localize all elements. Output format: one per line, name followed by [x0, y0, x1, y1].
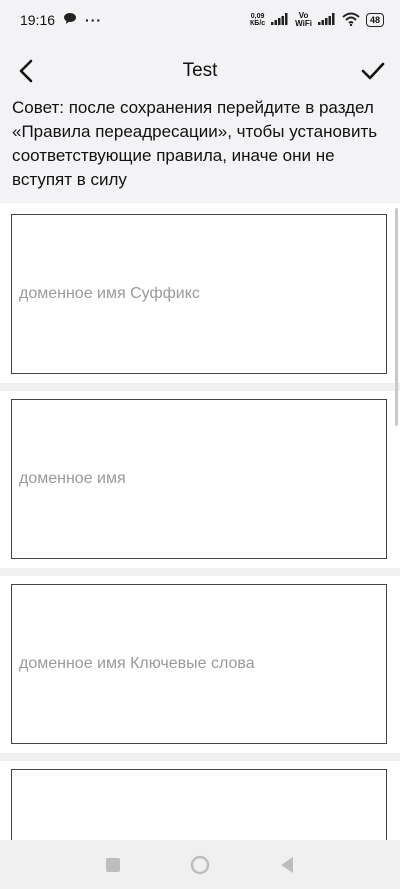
nav-back-button[interactable] [274, 852, 300, 878]
wifi-icon [342, 12, 360, 29]
signal-icon-2 [317, 12, 336, 28]
scrollbar[interactable] [395, 208, 398, 426]
recents-button[interactable] [100, 852, 126, 878]
chat-bubble-icon [63, 12, 77, 28]
domain-keyword-input[interactable] [12, 585, 386, 743]
domain-fields-list[interactable] [0, 203, 400, 840]
system-nav-bar [0, 840, 400, 889]
save-tip-text: Совет: после сохранения перейдите в разд… [12, 98, 378, 189]
vowifi-wifi: WiFi [295, 19, 312, 28]
circle-icon [190, 855, 210, 875]
domain-suffix-field[interactable] [11, 214, 387, 374]
divider [0, 753, 400, 761]
battery-icon: 48 [365, 13, 384, 27]
domain-field-4[interactable] [11, 769, 387, 840]
signal-icon [271, 12, 289, 28]
net-speed: 0,09 КБ/с [250, 13, 265, 27]
status-time: 19:16 [20, 12, 56, 28]
domain-field-4-input[interactable] [12, 770, 386, 840]
status-bar: 19:16 ··· 0,09 КБ/с Vo WiFi 48 [0, 0, 400, 40]
domain-suffix-input[interactable] [12, 215, 386, 373]
more-notifications: ··· [85, 12, 103, 28]
net-speed-unit: КБ/с [250, 20, 266, 27]
vowifi-indicator: Vo WiFi [295, 12, 312, 28]
square-icon [106, 858, 120, 872]
check-icon [361, 62, 385, 80]
page-title: Test [182, 60, 218, 81]
divider [0, 383, 400, 391]
save-button[interactable] [360, 58, 386, 84]
status-left: 19:16 ··· [20, 12, 102, 28]
triangle-back-icon [281, 857, 293, 873]
app-header: Test [0, 48, 400, 94]
domain-name-field[interactable] [11, 399, 387, 559]
status-right: 0,09 КБ/с Vo WiFi 48 [250, 12, 384, 29]
domain-keyword-field[interactable] [11, 584, 387, 744]
net-speed-value: 0,09 [250, 13, 265, 20]
home-button[interactable] [187, 852, 213, 878]
divider [0, 568, 400, 576]
domain-name-input[interactable] [12, 400, 386, 558]
